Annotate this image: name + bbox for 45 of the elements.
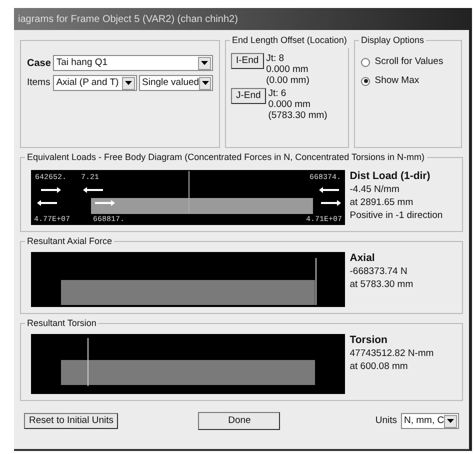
dropdown[interactable]: Axial (P and T) [53,75,137,91]
dropdown-arrow-icon [124,81,132,85]
force-arrow [37,200,57,206]
force-arrow [83,187,103,193]
info-title: Torsion [350,334,388,347]
info-title: Dist Load (1-dir) [350,170,432,183]
window-title: iagrams for Frame Object 5 (VAR2) (chan chinh2) [14,8,469,30]
joint-label: Jt: 6 [268,88,288,99]
option-label: Show Max [374,74,420,88]
force-arrow [95,200,115,206]
radio-button[interactable] [361,58,370,67]
force-arrow [41,187,61,193]
location-value: (5783.30 mm) [268,110,328,121]
group-title: Equivalent Loads - Free Body Diagram (Concentrated Forces in N, Concentrated Torsions in N-mm) [25,151,427,164]
case-label: Case [27,56,51,70]
items-label: Items [27,76,51,90]
dropdown-arrow-icon [201,61,208,65]
location-value: (0.00 mm) [266,75,310,86]
offset-value: 0.000 mm [268,99,312,110]
dropdown[interactable]: Tai hang Q1 [53,55,213,71]
info-value: at 2891.65 mm [350,196,414,209]
dropdown-arrow-icon [202,81,209,85]
group-title: End Length Offset (Location) [230,34,349,48]
units-label: Units [375,414,397,428]
radio-button[interactable] [361,76,370,86]
reset-button[interactable]: Reset to Initial Units [24,413,118,429]
offset-value: 0.000 mm [266,64,310,75]
force-arrow [319,187,339,193]
end-button[interactable]: J-End [231,88,266,104]
end-button[interactable]: I-End [231,53,264,69]
info-value: -4.45 N/mm [350,183,400,196]
force-arrow [321,200,341,206]
joint-label: Jt: 8 [266,53,286,64]
option-label: Scroll for Values [374,55,444,69]
done-button[interactable]: Done [198,412,280,430]
info-title: Axial [350,252,376,265]
info-value: at 600.08 mm [350,360,409,373]
info-value: Positive in -1 direction [350,209,443,222]
info-value: at 5783.30 mm [350,278,414,291]
info-value: -668373.74 N [350,265,408,278]
group-title: Display Options [359,34,426,48]
dropdown-arrow-icon [447,419,454,423]
info-value: 47743512.82 N-mm [350,347,434,360]
dropdown[interactable]: Single valued [139,75,213,91]
dropdown[interactable]: N, mm, C [401,413,459,429]
